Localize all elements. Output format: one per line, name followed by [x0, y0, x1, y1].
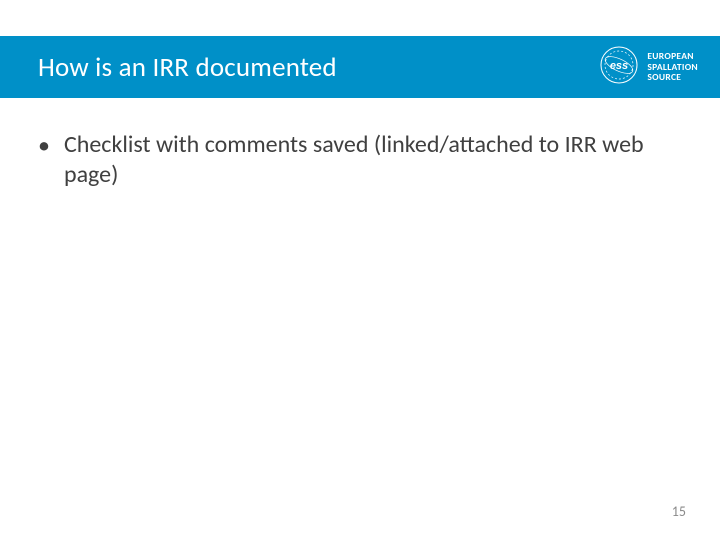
slide: How is an IRR documented ess EUROPEAN SP… — [0, 0, 720, 540]
bullet-marker-icon: • — [38, 130, 50, 161]
bullet-text: Checklist with comments saved (linked/at… — [64, 130, 682, 190]
bullet-item: • Checklist with comments saved (linked/… — [38, 130, 682, 190]
slide-title: How is an IRR documented — [38, 51, 337, 84]
header-band: How is an IRR documented ess EUROPEAN SP… — [0, 36, 720, 98]
org-logo-block: ess EUROPEAN SPALLATION SOURCE — [599, 45, 698, 90]
page-number: 15 — [672, 503, 686, 520]
slide-body: • Checklist with comments saved (linked/… — [38, 130, 682, 190]
ess-logo-icon: ess — [599, 45, 639, 90]
ess-logo-text: ess — [610, 60, 628, 72]
org-name: EUROPEAN SPALLATION SOURCE — [647, 51, 698, 84]
